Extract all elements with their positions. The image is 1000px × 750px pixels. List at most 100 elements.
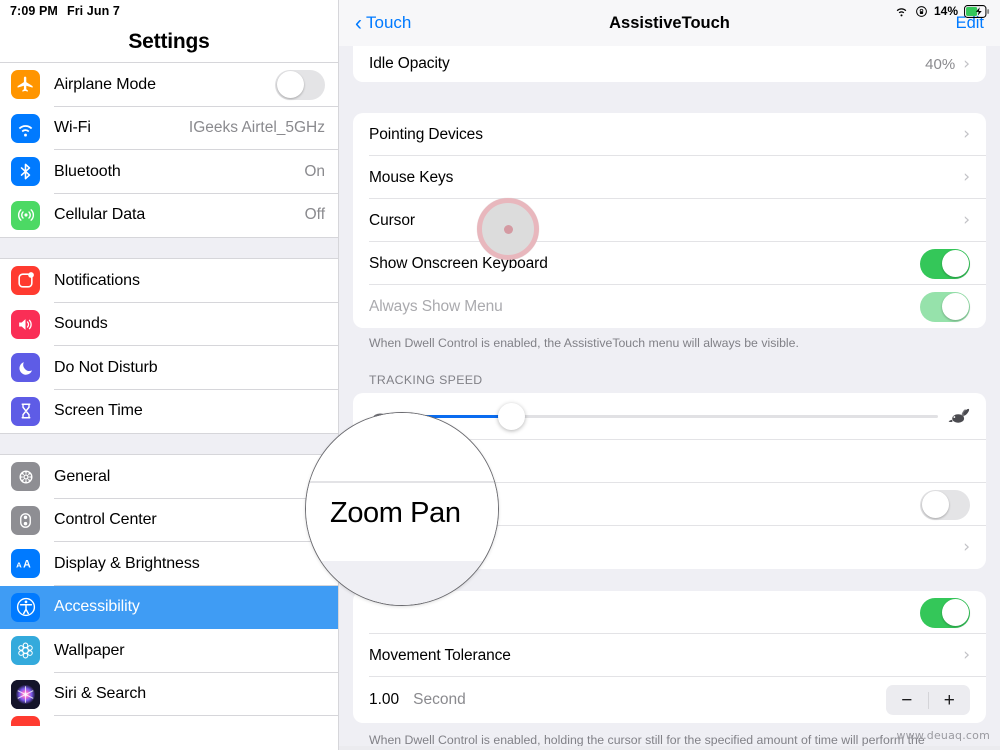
chevron-right-icon: › bbox=[963, 124, 970, 144]
dwell-seconds-value: 1.00 bbox=[369, 691, 400, 709]
row-label: Cursor bbox=[369, 211, 415, 229]
row-cursor[interactable]: Cursor › bbox=[353, 199, 986, 242]
magnifier-loupe: Zoom Pan bbox=[305, 412, 499, 606]
sidebar-group-divider bbox=[0, 237, 338, 259]
row-movement-tolerance[interactable]: Movement Tolerance › bbox=[353, 634, 986, 678]
sidebar-item-screen-time[interactable]: Screen Time bbox=[0, 389, 338, 433]
status-bar: 7:09 PM Fri Jun 7 bbox=[0, 0, 338, 22]
row-label: Show Onscreen Keyboard bbox=[369, 254, 548, 272]
row-always-show-menu[interactable]: Always Show Menu bbox=[353, 285, 986, 328]
svg-text:A: A bbox=[16, 560, 22, 569]
settings-sidebar: 7:09 PM Fri Jun 7 Settings Airplane Mode… bbox=[0, 0, 339, 750]
control-center-icon bbox=[11, 505, 40, 535]
sidebar-item-label: Display & Brightness bbox=[54, 554, 200, 572]
bluetooth-state-value: On bbox=[304, 162, 325, 180]
sidebar-item-wifi[interactable]: Wi-Fi IGeeks Airtel_5GHz bbox=[0, 106, 338, 150]
row-mouse-keys[interactable]: Mouse Keys › bbox=[353, 156, 986, 199]
sidebar-item-label: Screen Time bbox=[54, 402, 143, 420]
stepper-decrement-button[interactable]: − bbox=[886, 691, 928, 710]
show-onscreen-keyboard-toggle[interactable] bbox=[920, 248, 970, 279]
idle-opacity-value: 40% bbox=[925, 55, 956, 73]
sidebar-item-control-center[interactable]: Control Center bbox=[0, 498, 338, 542]
loupe-magnified-text: Zoom Pan bbox=[330, 497, 461, 529]
sidebar-item-display-brightness[interactable]: AA Display & Brightness bbox=[0, 542, 338, 586]
row-label: Mouse Keys bbox=[369, 168, 454, 186]
dwell-seconds-unit: Second bbox=[413, 691, 466, 709]
chevron-left-icon: ‹ bbox=[355, 11, 362, 35]
sidebar-item-label: General bbox=[54, 467, 111, 485]
sidebar-item-wallpaper[interactable]: Wallpaper bbox=[0, 629, 338, 673]
wifi-icon bbox=[11, 113, 40, 143]
sidebar-item-airplane-mode[interactable]: Airplane Mode bbox=[0, 63, 338, 107]
sidebar-item-partial[interactable] bbox=[0, 716, 338, 726]
accessibility-icon bbox=[11, 592, 40, 622]
always-show-menu-toggle[interactable] bbox=[920, 291, 970, 322]
chevron-right-icon: › bbox=[963, 537, 970, 558]
rotation-lock-icon bbox=[915, 5, 928, 18]
partial-app-icon bbox=[11, 716, 40, 726]
assistivetouch-panel: 14% ‹ Touch AssistiveTouch Edit Idle Opa… bbox=[339, 0, 1000, 750]
sidebar-item-accessibility[interactable]: Accessibility bbox=[0, 585, 338, 629]
cellular-icon bbox=[11, 200, 40, 230]
dwell-seconds-stepper[interactable]: − + bbox=[886, 685, 971, 716]
sidebar-group-divider-2 bbox=[0, 433, 338, 455]
sidebar-item-label: Siri & Search bbox=[54, 685, 147, 703]
battery-percent: 14% bbox=[933, 4, 958, 18]
chevron-right-icon: › bbox=[963, 210, 970, 230]
loupe-content: Zoom Pan bbox=[306, 413, 498, 605]
bluetooth-icon bbox=[11, 157, 40, 187]
row-idle-opacity[interactable]: Idle Opacity 40% › bbox=[353, 46, 986, 82]
chevron-right-icon: › bbox=[963, 53, 970, 74]
section-header-tracking-speed: TRACKING SPEED bbox=[369, 373, 483, 388]
cursor-center-dot bbox=[503, 224, 513, 234]
status-bar-right: 14% bbox=[894, 0, 990, 22]
card-pointing-devices: Pointing Devices › Mouse Keys › Cursor ›… bbox=[353, 113, 986, 328]
moon-icon bbox=[11, 353, 40, 383]
sidebar-item-label: Bluetooth bbox=[54, 162, 121, 180]
sidebar-item-label: Wi-Fi bbox=[54, 119, 91, 137]
bottom-bar bbox=[339, 746, 1000, 750]
cellular-state-value: Off bbox=[304, 206, 325, 224]
sounds-icon bbox=[11, 309, 40, 339]
row-label: Movement Tolerance bbox=[369, 646, 511, 664]
footnote-always-show-menu: When Dwell Control is enabled, the Assis… bbox=[369, 336, 799, 350]
gear-icon bbox=[11, 462, 40, 492]
sidebar-item-label: Notifications bbox=[54, 271, 140, 289]
card-dwell-control: Movement Tolerance › 1.00 Second − + bbox=[353, 591, 986, 724]
airplane-icon bbox=[11, 70, 40, 100]
card-idle-opacity: Idle Opacity 40% › bbox=[353, 46, 986, 82]
chevron-right-icon: › bbox=[963, 645, 970, 666]
watermark: www.deuaq.com bbox=[896, 729, 990, 742]
row-dwell-seconds-stepper: 1.00 Second − + bbox=[353, 677, 986, 723]
sidebar-item-siri-search[interactable]: Siri & Search bbox=[0, 672, 338, 716]
sidebar-item-general[interactable]: General bbox=[0, 455, 338, 499]
svg-text:A: A bbox=[23, 558, 31, 570]
status-time: 7:09 PM bbox=[10, 4, 58, 18]
chevron-right-icon: › bbox=[963, 167, 970, 187]
hourglass-icon bbox=[11, 396, 40, 426]
airplane-mode-toggle[interactable] bbox=[275, 69, 325, 100]
sidebar-item-label: Do Not Disturb bbox=[54, 358, 158, 376]
ipad-settings-screen: 7:09 PM Fri Jun 7 Settings Airplane Mode… bbox=[0, 0, 1000, 750]
wifi-icon bbox=[894, 5, 909, 17]
sidebar-item-sounds[interactable]: Sounds bbox=[0, 302, 338, 346]
sidebar-item-do-not-disturb[interactable]: Do Not Disturb bbox=[0, 346, 338, 390]
row-show-onscreen-keyboard[interactable]: Show Onscreen Keyboard bbox=[353, 242, 986, 285]
sidebar-item-notifications[interactable]: Notifications bbox=[0, 259, 338, 303]
sidebar-item-label: Cellular Data bbox=[54, 206, 146, 224]
dwell-control-toggle[interactable] bbox=[920, 597, 970, 628]
row-label: Pointing Devices bbox=[369, 125, 483, 143]
assistive-touch-cursor-icon[interactable] bbox=[477, 198, 539, 260]
slider-thumb[interactable] bbox=[497, 403, 525, 431]
row-pointing-devices[interactable]: Pointing Devices › bbox=[353, 113, 986, 156]
sidebar-item-label: Wallpaper bbox=[54, 641, 125, 659]
zoom-pan-toggle[interactable] bbox=[920, 489, 970, 520]
back-button[interactable]: ‹ Touch bbox=[355, 13, 411, 34]
sidebar-group-connectivity: Airplane Mode Wi-Fi IGeeks Airtel_5GHz B… bbox=[0, 63, 338, 237]
sidebar-item-label: Control Center bbox=[54, 511, 157, 529]
sidebar-item-label: Sounds bbox=[54, 315, 108, 333]
sidebar-item-bluetooth[interactable]: Bluetooth On bbox=[0, 150, 338, 194]
sidebar-item-cellular-data[interactable]: Cellular Data Off bbox=[0, 193, 338, 237]
stepper-increment-button[interactable]: + bbox=[929, 691, 971, 710]
row-label: Idle Opacity bbox=[369, 55, 450, 72]
